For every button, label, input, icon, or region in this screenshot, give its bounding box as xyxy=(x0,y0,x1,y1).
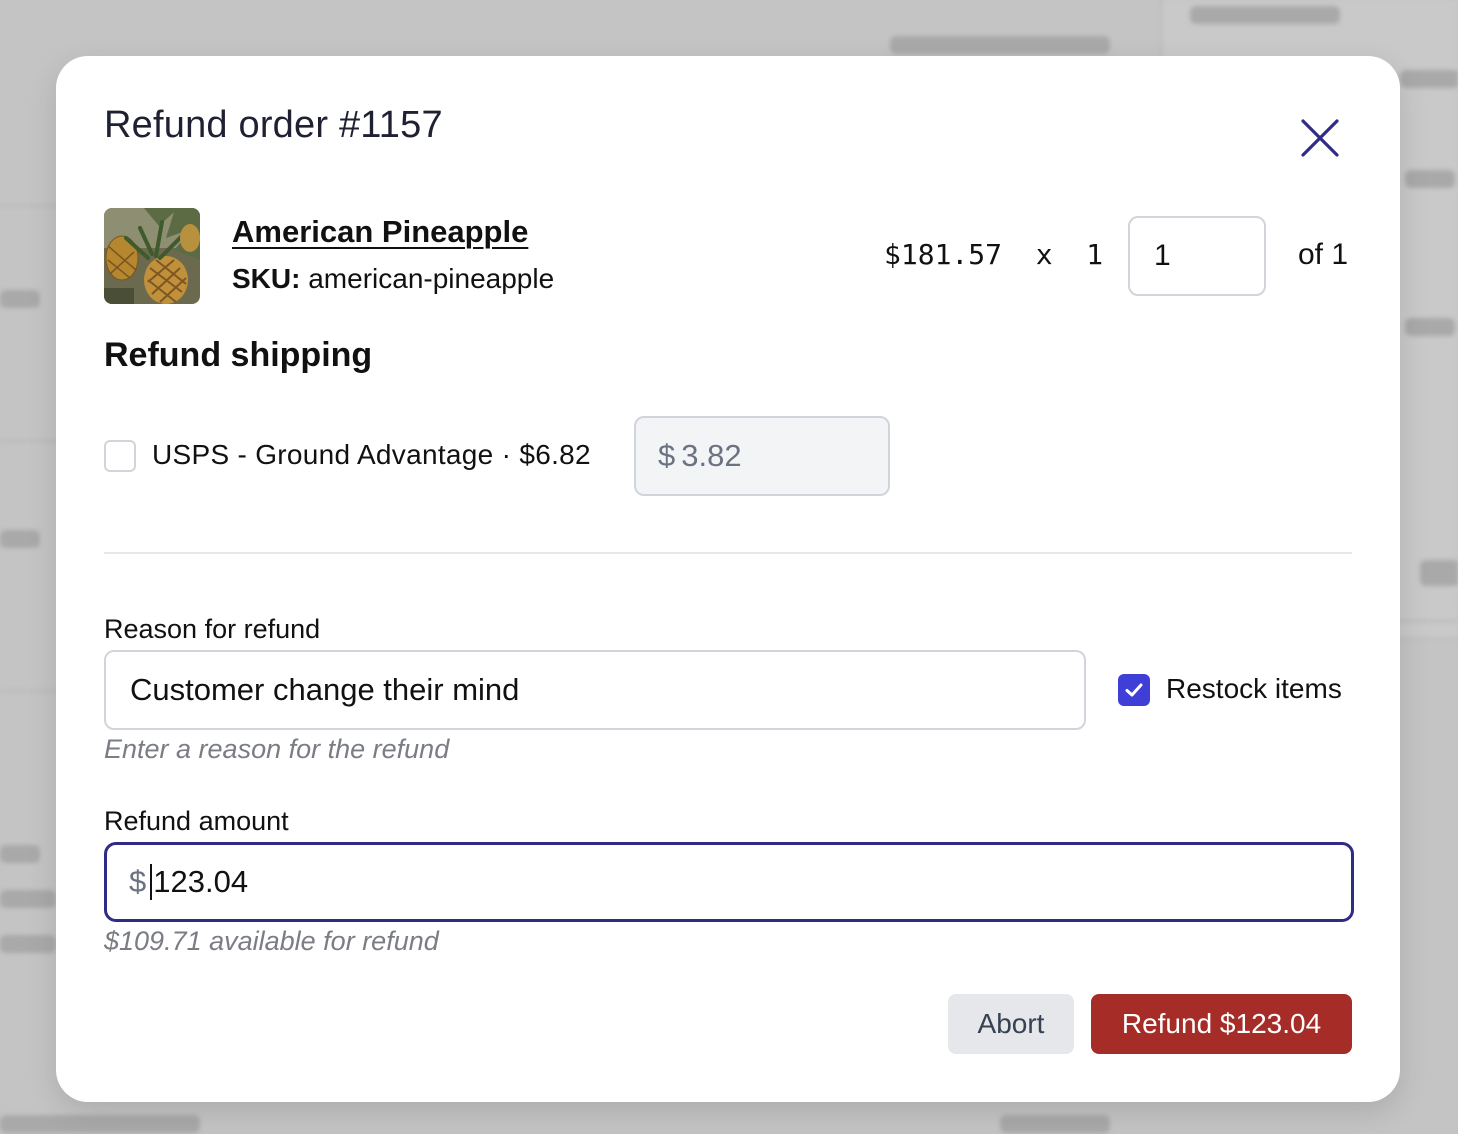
background-text xyxy=(1400,70,1458,88)
product-thumbnail xyxy=(104,208,200,304)
modal-title: Refund order #1157 xyxy=(104,104,443,146)
reason-input[interactable] xyxy=(104,650,1086,730)
refund-amount-input[interactable] xyxy=(153,864,1154,900)
background-text xyxy=(0,290,40,308)
background-text xyxy=(0,845,40,863)
refund-button[interactable]: Refund $123.04 xyxy=(1091,994,1352,1054)
product-name-link[interactable]: American Pineapple xyxy=(232,214,528,250)
abort-button[interactable]: Abort xyxy=(948,994,1074,1054)
currency-symbol: $ xyxy=(129,864,147,899)
background-text xyxy=(1405,318,1455,336)
refund-modal: Refund order #1157 American Pineapple SK… xyxy=(56,56,1400,1102)
product-sku: SKU: american-pineapple xyxy=(232,263,554,295)
background-text xyxy=(0,935,56,953)
background-text xyxy=(1405,170,1455,188)
background-text xyxy=(1420,560,1458,586)
background-text xyxy=(0,1115,200,1133)
background-text xyxy=(0,530,40,548)
sku-value: american-pineapple xyxy=(308,263,555,294)
background-text xyxy=(890,36,1110,54)
refund-amount-field[interactable]: $ xyxy=(104,842,1354,922)
background-text xyxy=(1190,6,1340,24)
refund-shipping-heading: Refund shipping xyxy=(104,336,373,374)
sku-label: SKU: xyxy=(232,263,301,294)
unit-price-times-quantity: $181.57 x 1 xyxy=(884,238,1104,271)
restock-checkbox[interactable] xyxy=(1118,674,1150,706)
shipping-checkbox[interactable] xyxy=(104,440,136,472)
refund-quantity-input[interactable] xyxy=(1128,216,1266,296)
refund-available-hint: $109.71 available for refund xyxy=(104,926,439,956)
pineapple-image xyxy=(104,208,200,304)
shipping-option-label: USPS - Ground Advantage · $6.82 xyxy=(152,439,591,470)
refund-amount-label: Refund amount xyxy=(104,806,289,836)
reason-label: Reason for refund xyxy=(104,614,321,644)
close-icon xyxy=(1301,119,1339,157)
shipping-refund-amount-field[interactable]: $ 3.82 xyxy=(634,416,890,496)
shipping-amount-placeholder: 3.82 xyxy=(681,438,742,473)
checkmark-icon xyxy=(1125,683,1143,697)
close-button[interactable] xyxy=(1292,110,1348,166)
reason-hint: Enter a reason for the refund xyxy=(104,734,450,764)
background-text xyxy=(1000,1115,1110,1133)
text-caret xyxy=(150,864,153,900)
currency-symbol: $ xyxy=(658,438,676,473)
restock-label[interactable]: Restock items xyxy=(1166,673,1342,705)
section-divider xyxy=(104,552,1352,554)
quantity-total: of 1 xyxy=(1298,238,1349,271)
background-text xyxy=(0,890,56,908)
